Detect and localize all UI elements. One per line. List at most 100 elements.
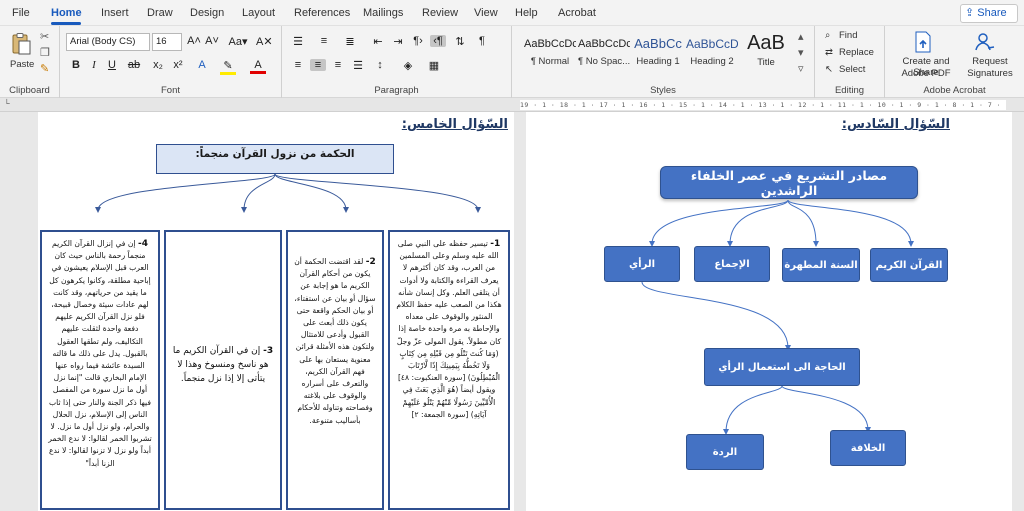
style-normal[interactable]: AaBbCcDc ¶ Normal: [524, 32, 576, 74]
search-icon: ⌕: [825, 30, 831, 41]
reason-1-number: 1-: [490, 239, 501, 249]
clipboard-label: Clipboard: [9, 85, 50, 96]
underline-icon[interactable]: U: [104, 59, 120, 71]
decrease-indent-icon[interactable]: ⇤: [370, 35, 386, 48]
ruler-scale[interactable]: 19 · 1 · 18 · 1 · 17 · 1 · 16 · 1 · 15 ·…: [520, 100, 1006, 110]
menu-review[interactable]: Review: [422, 7, 458, 19]
format-painter-icon[interactable]: ✎: [40, 62, 49, 75]
line-spacing-icon[interactable]: ↕: [372, 59, 388, 71]
increase-indent-icon[interactable]: ⇥: [390, 35, 406, 48]
menu-acrobat[interactable]: Acrobat: [558, 7, 596, 19]
reason-2-box: 2- لقد اقتضت الحكمة أن يكون من أحكام الق…: [286, 230, 384, 510]
menu-view[interactable]: View: [474, 7, 498, 19]
shrink-font-icon[interactable]: A˅: [204, 35, 220, 47]
multilevel-list-icon[interactable]: ≣: [342, 35, 358, 48]
request-signatures-icon[interactable]: [973, 30, 997, 54]
clipboard-group: Paste ✂ ❐ ✎ Clipboard: [0, 26, 60, 98]
style-sample: AaBbCcDc: [524, 38, 576, 50]
select-button[interactable]: Select: [839, 64, 865, 75]
shading-icon[interactable]: ◈: [400, 59, 416, 72]
styles-scroll-down-icon[interactable]: ▾: [798, 46, 804, 59]
change-case-icon[interactable]: Aa▾: [226, 35, 250, 48]
editing-group: ⌕ Find ⇄ Replace ↖ Select Editing: [815, 26, 885, 98]
ribbon: Paste ✂ ❐ ✎ Clipboard Arial (Body CS) 16…: [0, 26, 1024, 98]
font-color-icon[interactable]: A: [250, 59, 266, 74]
share-button[interactable]: ⇪ Share: [960, 4, 1018, 23]
replace-button[interactable]: Replace: [839, 47, 874, 58]
create-pdf-label-2[interactable]: Adobe PDF: [889, 68, 963, 79]
ltr-icon[interactable]: ¶›: [410, 35, 426, 47]
justify-icon[interactable]: ☰: [350, 59, 366, 72]
bold-icon[interactable]: B: [68, 59, 84, 71]
request-label[interactable]: Request: [961, 56, 1019, 67]
style-name: Heading 1: [636, 56, 680, 67]
show-marks-icon[interactable]: ¶: [474, 35, 490, 47]
paragraph-label: Paragraph: [374, 85, 419, 96]
left-page[interactable]: السّؤال الخامس: الحكمة من نزول القرآن من…: [38, 112, 514, 511]
rtl-icon[interactable]: ‹¶: [430, 35, 446, 47]
align-center-icon[interactable]: ≡: [310, 59, 326, 71]
create-pdf-icon[interactable]: [911, 30, 935, 54]
signatures-label[interactable]: Signatures: [961, 68, 1019, 79]
acrobat-group: Create and Share Adobe PDF Request Signa…: [885, 26, 1024, 98]
paste-icon[interactable]: [9, 32, 33, 56]
grow-font-icon[interactable]: A˄: [186, 35, 202, 47]
source-ijma-box: الإجماع: [694, 246, 770, 282]
apostasy-box: الردة: [686, 434, 764, 470]
menu-design[interactable]: Design: [190, 7, 224, 19]
menu-draw[interactable]: Draw: [147, 7, 173, 19]
font-group: Arial (Body CS) 16 A˄ A˅ Aa▾ A✕ B I U ab…: [60, 26, 282, 98]
superscript-icon[interactable]: x²: [170, 59, 186, 71]
font-size-select[interactable]: 16: [152, 33, 182, 51]
right-connectors: [641, 199, 914, 435]
align-right-icon[interactable]: ≡: [330, 59, 346, 71]
copy-icon[interactable]: ❐: [40, 46, 50, 59]
styles-scroll-up-icon[interactable]: ▴: [798, 30, 804, 43]
find-button[interactable]: Find: [839, 30, 857, 41]
styles-more-icon[interactable]: ▿: [798, 62, 804, 75]
style-no-spacing[interactable]: AaBbCcDc ¶ No Spac...: [578, 32, 630, 74]
style-sample: AaBbCcD: [686, 37, 738, 51]
menu-help[interactable]: Help: [515, 7, 538, 19]
bullets-icon[interactable]: ☰: [290, 35, 306, 48]
right-page[interactable]: السّؤال السّادس: مصادر التشريع في عصر ال…: [526, 112, 1012, 511]
clear-format-icon[interactable]: A✕: [256, 35, 273, 48]
reason-1-text: تيسير حفظه على النبي صلى الله عليه وسلم …: [396, 239, 502, 419]
menu-mailings[interactable]: Mailings: [363, 7, 403, 19]
strikethrough-icon[interactable]: ab: [126, 59, 142, 71]
left-connectors: [95, 173, 481, 213]
reason-3-text: إن في القرآن الكريم ما هو ناسخ ومنسوخ وه…: [172, 346, 269, 384]
reason-4-text: إن في إنزال القرآن الكريم منجماً رحمة با…: [48, 239, 152, 468]
subscript-icon[interactable]: x₂: [150, 59, 166, 71]
tab-selector-icon[interactable]: └: [4, 99, 10, 108]
numbering-icon[interactable]: ≡: [316, 35, 332, 47]
style-title[interactable]: AaB Title: [740, 32, 792, 74]
borders-icon[interactable]: ▦: [426, 59, 442, 72]
style-sample: AaBbCc: [634, 36, 682, 51]
menu-insert[interactable]: Insert: [101, 7, 129, 19]
sort-icon[interactable]: ⇅: [452, 35, 468, 48]
style-name: ¶ Normal: [530, 56, 570, 67]
menu-home[interactable]: Home: [51, 7, 82, 19]
style-heading-2[interactable]: AaBbCcD Heading 2: [686, 32, 738, 74]
align-left-icon[interactable]: ≡: [290, 59, 306, 71]
style-sample: AaBbCcDc: [578, 38, 630, 50]
italic-icon[interactable]: I: [86, 59, 102, 71]
reason-2-text: لقد اقتضت الحكمة أن يكون من أحكام القرآن…: [294, 257, 376, 425]
ruler: └ 19 · 1 · 18 · 1 · 17 · 1 · 16 · 1 · 15…: [0, 98, 1024, 112]
source-opinion-box: الرأي: [604, 246, 680, 282]
acrobat-label: Adobe Acrobat: [923, 85, 986, 96]
paste-button[interactable]: Paste: [10, 59, 34, 70]
select-icon: ↖: [825, 64, 833, 75]
font-label: Font: [160, 85, 180, 96]
font-family-select[interactable]: Arial (Body CS): [66, 33, 150, 51]
document-area: السّؤال الخامس: الحكمة من نزول القرآن من…: [0, 112, 1024, 511]
menu-references[interactable]: References: [294, 7, 350, 19]
menu-file[interactable]: File: [12, 7, 30, 19]
style-heading-1[interactable]: AaBbCc Heading 1: [632, 32, 684, 74]
highlight-icon[interactable]: ✎: [220, 59, 236, 75]
text-effects-icon[interactable]: A: [194, 59, 210, 71]
menu-layout[interactable]: Layout: [242, 7, 275, 19]
cut-icon[interactable]: ✂: [40, 30, 49, 43]
source-quran-box: القرآن الكريم: [870, 248, 948, 282]
